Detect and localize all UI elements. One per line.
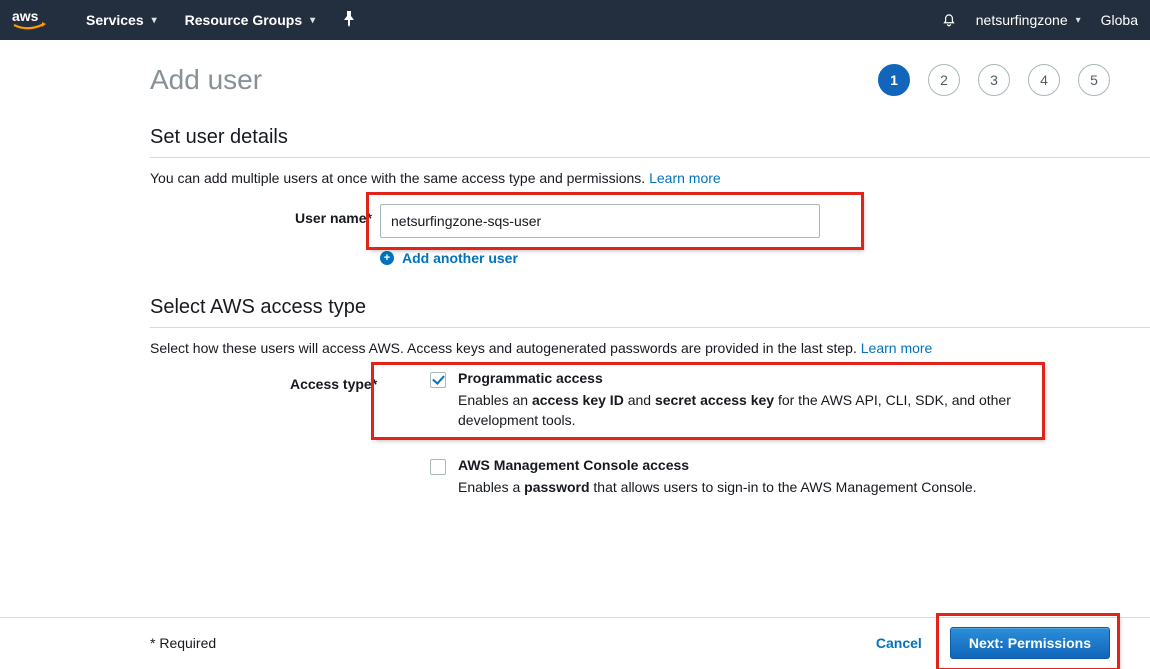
option-title: Programmatic access [458, 370, 1018, 386]
option-desc: Enables a password that allows users to … [458, 477, 977, 497]
wizard-step-3[interactable]: 3 [978, 64, 1010, 96]
nav-resource-groups[interactable]: Resource Groups ▾ [185, 12, 316, 28]
nav-services-label: Services [86, 12, 144, 28]
section-heading-access-type: Select AWS access type [150, 296, 1150, 327]
section-desc-access-type: Select how these users will access AWS. … [150, 340, 1150, 356]
notifications-icon[interactable] [940, 10, 958, 31]
section-desc-text: Select how these users will access AWS. … [150, 340, 861, 356]
access-type-label: Access type* [150, 370, 380, 392]
page-body: Add user 1 2 3 4 5 Set user details You … [0, 40, 1150, 617]
wizard-steps: 1 2 3 4 5 [878, 64, 1110, 96]
wizard-step-2[interactable]: 2 [928, 64, 960, 96]
checkbox-console[interactable] [430, 459, 446, 475]
pin-icon[interactable] [343, 11, 355, 30]
top-nav: aws Services ▾ Resource Groups ▾ netsurf… [0, 0, 1150, 40]
svg-text:aws: aws [12, 9, 39, 24]
section-user-details: Set user details You can add multiple us… [150, 126, 1150, 266]
add-another-user-label: Add another user [402, 250, 518, 266]
checkbox-programmatic[interactable] [430, 372, 446, 388]
username-label: User name* [150, 204, 380, 226]
option-title: AWS Management Console access [458, 457, 977, 473]
divider [150, 327, 1150, 328]
footer-bar: * Required Cancel Next: Permissions [0, 617, 1150, 669]
add-another-user-button[interactable]: + Add another user [380, 250, 820, 266]
nav-region-label: Globa [1101, 12, 1138, 28]
access-option-programmatic[interactable]: Programmatic access Enables an access ke… [430, 370, 1150, 431]
plus-circle-icon: + [380, 251, 394, 265]
page-title: Add user [150, 64, 262, 96]
section-access-type: Select AWS access type Select how these … [150, 296, 1150, 497]
nav-resource-groups-label: Resource Groups [185, 12, 302, 28]
section-desc-text: You can add multiple users at once with … [150, 170, 649, 186]
nav-account-label: netsurfingzone [976, 12, 1068, 28]
option-desc: Enables an access key ID and secret acce… [458, 390, 1018, 431]
nav-account[interactable]: netsurfingzone ▾ [976, 12, 1081, 28]
wizard-step-5[interactable]: 5 [1078, 64, 1110, 96]
username-input[interactable] [380, 204, 820, 238]
next-permissions-button[interactable]: Next: Permissions [950, 627, 1110, 659]
section-heading-user-details: Set user details [150, 126, 1150, 157]
aws-logo[interactable]: aws [12, 9, 56, 31]
learn-more-link[interactable]: Learn more [649, 170, 721, 186]
cancel-button[interactable]: Cancel [876, 635, 922, 651]
nav-region[interactable]: Globa [1101, 12, 1138, 28]
section-desc-user-details: You can add multiple users at once with … [150, 170, 1150, 186]
caret-down-icon: ▾ [310, 15, 315, 26]
wizard-step-4[interactable]: 4 [1028, 64, 1060, 96]
access-option-console[interactable]: AWS Management Console access Enables a … [430, 457, 1150, 497]
divider [150, 157, 1150, 158]
learn-more-link[interactable]: Learn more [861, 340, 933, 356]
nav-services[interactable]: Services ▾ [86, 12, 157, 28]
required-note: * Required [150, 635, 216, 651]
caret-down-icon: ▾ [1076, 15, 1081, 26]
caret-down-icon: ▾ [152, 15, 157, 26]
wizard-step-1[interactable]: 1 [878, 64, 910, 96]
